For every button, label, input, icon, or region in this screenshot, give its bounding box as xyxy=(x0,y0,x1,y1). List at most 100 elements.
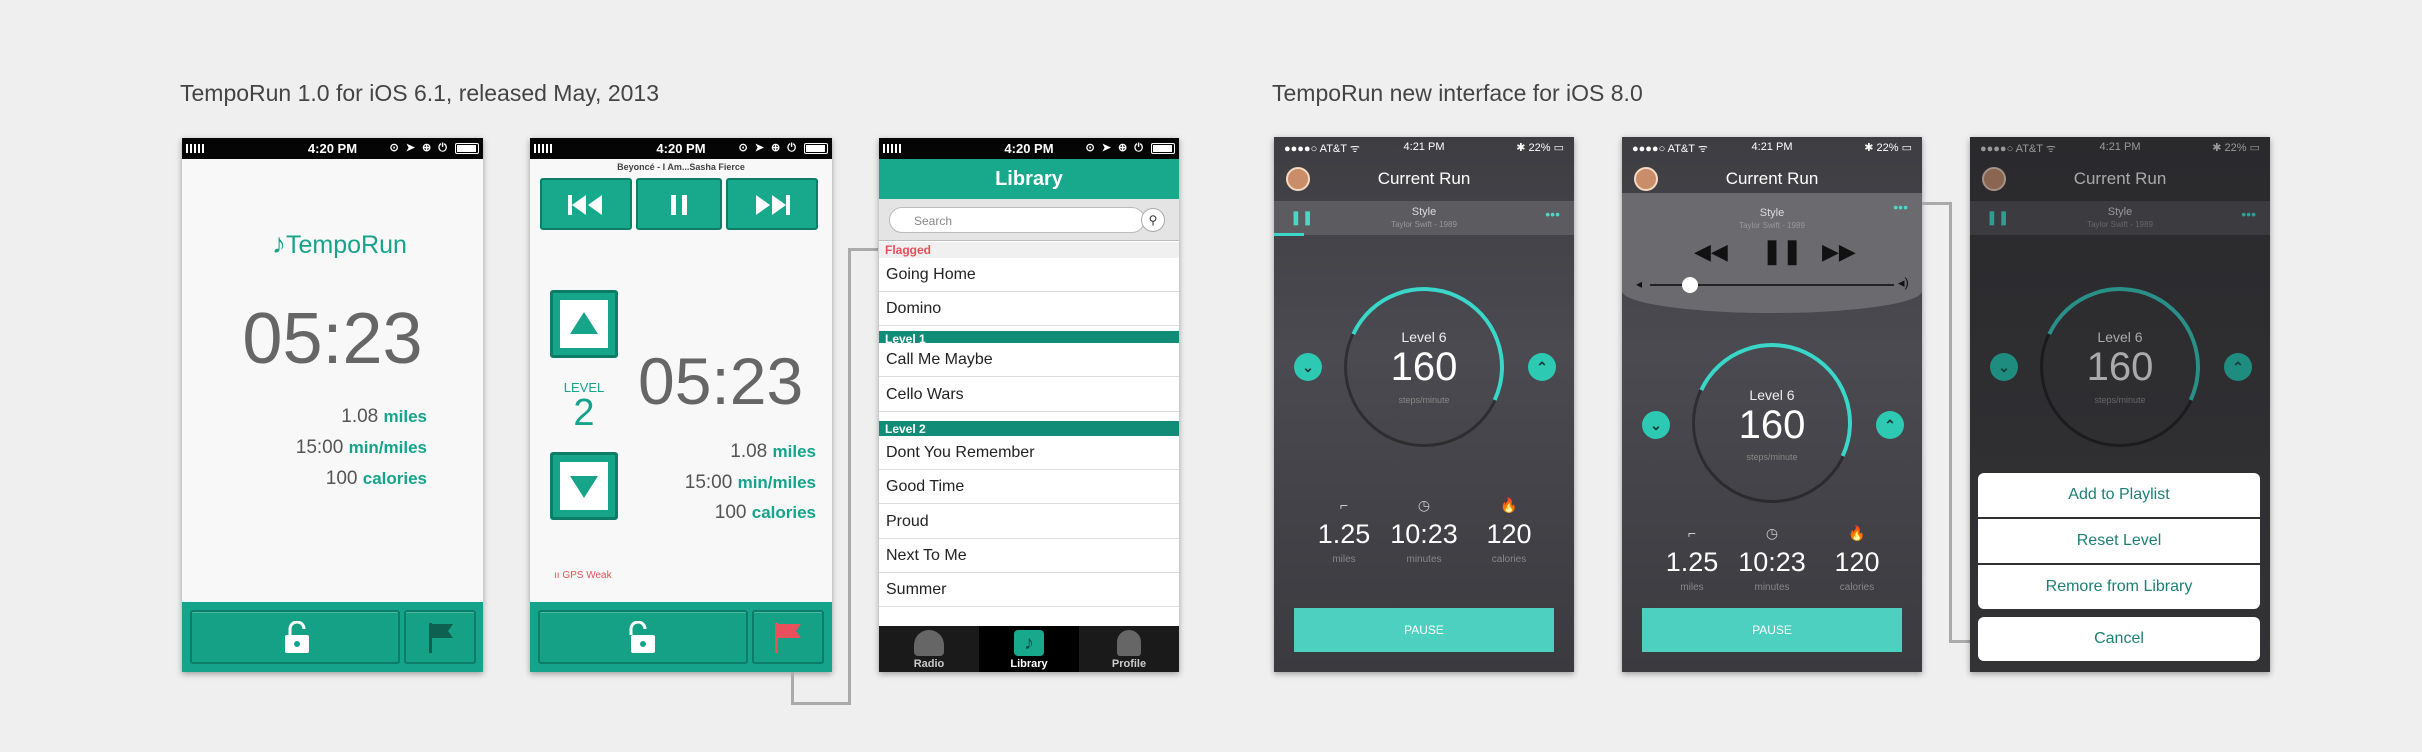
more-icon[interactable]: ••• xyxy=(1545,206,1560,222)
stage: TempoRun 1.0 for iOS 6.1, released May, … xyxy=(0,0,2422,752)
battery-icon xyxy=(455,143,479,154)
metric-distance: ⌐ 1.25 miles xyxy=(1304,497,1384,565)
level-up-button[interactable] xyxy=(550,290,618,358)
song-row[interactable]: Domino xyxy=(879,292,1179,326)
previous-button[interactable] xyxy=(540,178,632,230)
music-style: Style xyxy=(1759,207,1785,219)
song-row[interactable]: Good Time xyxy=(879,470,1179,504)
gps-status: ıı GPS Weak xyxy=(554,570,612,581)
status-icons: ⊙ ➤ ⊕ ⏻ xyxy=(1085,142,1145,154)
unlocked-lock-icon xyxy=(629,621,655,653)
pause-icon[interactable]: ❚❚ xyxy=(1762,237,1802,266)
metric-time: ◷ 10:23 minutes xyxy=(1732,525,1812,593)
chevron-down-icon[interactable]: ⌄ xyxy=(1294,353,1322,381)
connector-bracket-stem xyxy=(791,672,794,705)
now-playing-song: Beyoncé - I Am...Sasha Fierce xyxy=(617,162,745,172)
volume-slider-thumb[interactable] xyxy=(1682,277,1698,293)
chevron-up-icon[interactable]: ⌃ xyxy=(1528,353,1556,381)
status-icons: ⊙ ➤ ⊕ ⏻ xyxy=(738,142,798,154)
page-title: Current Run xyxy=(1377,169,1471,188)
search-input[interactable]: Search xyxy=(889,207,1145,233)
bottom-bar xyxy=(530,602,832,672)
song-row[interactable]: Summer xyxy=(879,573,1179,607)
run-timer: 05:23 xyxy=(242,299,423,379)
steps-unit: steps/minute xyxy=(1398,395,1450,405)
unlocked-lock-icon xyxy=(285,621,309,653)
metric-calories: 🔥 120 calories xyxy=(1817,525,1897,593)
fast-forward-icon[interactable]: ▶▶ xyxy=(1822,239,1856,265)
new-screen-action-sheet: ●●●●○ AT&T ᯤ 4:21 PM ✱ 22% ▭ Current Run ❚… xyxy=(1970,137,2270,672)
music-artist: Taylor Swift - 1989 xyxy=(1739,221,1805,230)
chevron-down-icon: ⌄ xyxy=(1990,353,2018,381)
connector-bracket xyxy=(1949,202,1952,642)
pause-button[interactable]: PAUSE xyxy=(1642,608,1902,652)
level-label: Level 6 xyxy=(1749,387,1795,403)
now-playing-strip[interactable]: ❚❚ Style Taylor Swift - 1989 ••• xyxy=(1274,201,1574,235)
cancel-button[interactable]: Cancel xyxy=(1978,617,2260,661)
pause-button[interactable]: PAUSE xyxy=(1294,608,1554,652)
steps-unit: steps/minute xyxy=(2094,395,2146,405)
song-row[interactable]: Proud xyxy=(879,505,1179,539)
more-icon[interactable]: ••• xyxy=(1893,199,1908,215)
connector-bracket-top xyxy=(1922,202,1952,205)
fast-forward-icon xyxy=(756,195,790,215)
status-bar: 4:20 PM ⊙ ➤ ⊕ ⏻ xyxy=(879,138,1179,159)
next-button[interactable] xyxy=(726,178,818,230)
old-screen-run: 4:20 PM ⊙ ➤ ⊕ ⏻ Beyoncé - I Am...Sasha F… xyxy=(530,138,832,672)
bottom-bar xyxy=(182,602,483,672)
more-icon: ••• xyxy=(2241,206,2256,222)
music-note-icon: ♪ xyxy=(272,228,286,259)
lock-button[interactable] xyxy=(190,610,400,664)
triangle-up-icon xyxy=(570,312,598,334)
song-row[interactable]: Next To Me xyxy=(879,539,1179,573)
flag-button[interactable] xyxy=(404,610,476,664)
tab-library[interactable]: ♪ Library xyxy=(979,626,1079,672)
status-bar: 4:20 PM ⊙ ➤ ⊕ ⏻ xyxy=(182,138,483,159)
chevron-down-icon[interactable]: ⌄ xyxy=(1642,411,1670,439)
stat-calories: 100 calories xyxy=(325,468,427,489)
chevron-up-icon: ⌃ xyxy=(2224,353,2252,381)
battery-icon xyxy=(1151,143,1175,154)
person-icon xyxy=(1117,630,1141,656)
section-level-2: Level 2 xyxy=(879,421,1179,437)
tab-radio[interactable]: Radio xyxy=(879,626,979,672)
chevron-up-icon[interactable]: ⌃ xyxy=(1876,411,1904,439)
pause-button[interactable] xyxy=(636,178,722,230)
remove-from-library-button[interactable]: Remore from Library xyxy=(1978,565,2260,609)
flame-icon: 🔥 xyxy=(1500,497,1518,513)
lock-button[interactable] xyxy=(538,610,748,664)
volume-high-icon: ◂) xyxy=(1898,275,1909,290)
music-panel: Style Taylor Swift - 1989 ••• ◀◀ ❚❚ ▶▶ ◂… xyxy=(1622,193,1922,313)
song-row[interactable]: Going Home xyxy=(879,258,1179,292)
status-bar: 4:20 PM ⊙ ➤ ⊕ ⏻ xyxy=(530,138,832,159)
rewind-icon[interactable]: ◀◀ xyxy=(1694,239,1728,265)
gps-signal-icon: ıı xyxy=(554,570,560,581)
search-icon[interactable]: ⚲ xyxy=(1141,208,1165,232)
song-row[interactable]: Dont You Remember xyxy=(879,436,1179,470)
triangle-down-icon xyxy=(570,476,598,498)
connector-bracket-bottom xyxy=(1949,640,1971,643)
now-playing-strip: ❚❚ Style Taylor Swift - 1989 ••• xyxy=(1970,201,2270,235)
library-title: Library xyxy=(879,159,1179,199)
level-down-button[interactable] xyxy=(550,452,618,520)
search-bar: Search ⚲ xyxy=(879,199,1179,241)
volume-low-icon: ◂ xyxy=(1636,277,1643,291)
flag-icon xyxy=(429,623,453,653)
temporun-logo: ♪TempoRun xyxy=(272,228,407,259)
add-to-playlist-button[interactable]: Add to Playlist xyxy=(1978,473,2260,517)
clock-icon: ◷ xyxy=(1417,497,1431,513)
level-label: Level 6 xyxy=(2097,329,2143,345)
old-screen-library: 4:20 PM ⊙ ➤ ⊕ ⏻ Library Search ⚲ Flagged… xyxy=(879,138,1179,672)
rewind-icon xyxy=(568,195,602,215)
metric-calories: 🔥 120 calories xyxy=(1469,497,1549,565)
reset-level-button[interactable]: Reset Level xyxy=(1978,519,2260,563)
cloud-icon xyxy=(914,630,944,656)
song-row[interactable]: Call Me Maybe xyxy=(879,343,1179,377)
tab-profile[interactable]: Profile xyxy=(1079,626,1179,672)
level-label: Level 6 xyxy=(1401,329,1447,345)
shoe-icon: ⌐ xyxy=(1339,497,1349,513)
music-note-icon: ♪ xyxy=(1014,630,1044,656)
status-icons: ⊙ ➤ ⊕ ⏻ xyxy=(389,142,449,154)
section-flagged: Flagged xyxy=(879,242,1179,258)
song-row[interactable]: Cello Wars xyxy=(879,378,1179,412)
